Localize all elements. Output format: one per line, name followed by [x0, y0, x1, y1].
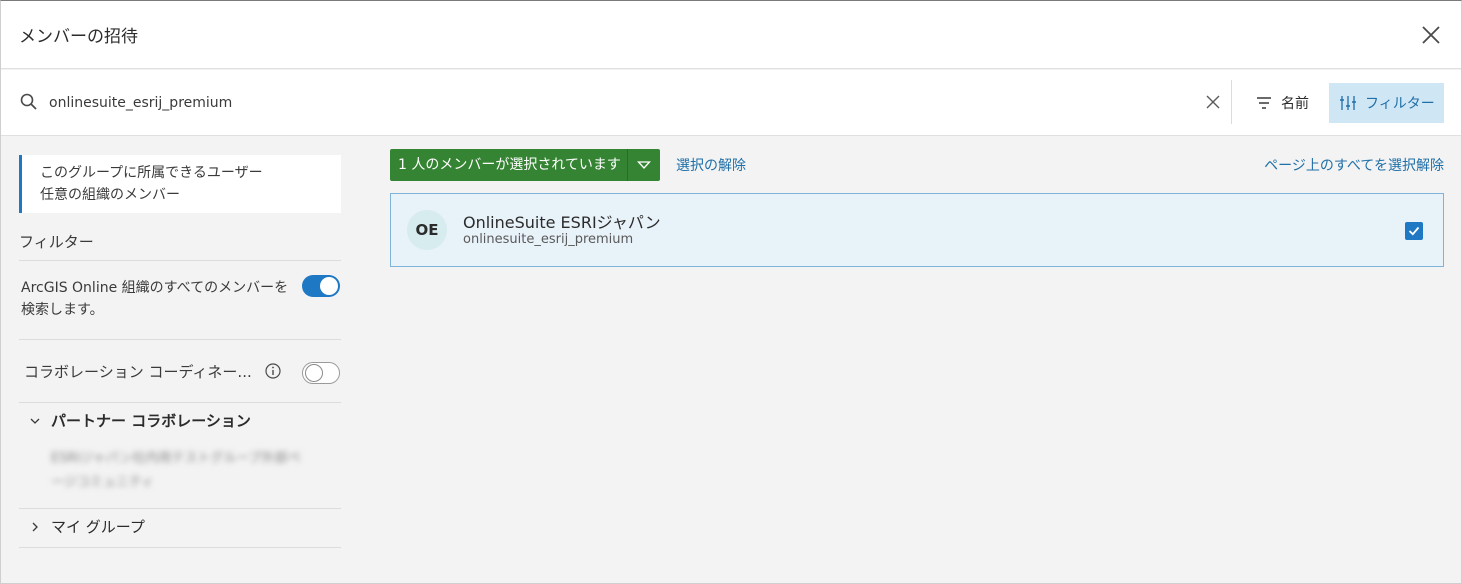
avatar: OE — [407, 210, 447, 250]
dialog-header: メンバーの招待 — [1, 1, 1461, 69]
tree-node-partner-collaboration[interactable]: パートナー コラボレーション — [29, 410, 251, 431]
notice-line-1: このグループに所属できるユーザー — [40, 165, 263, 181]
close-button[interactable] — [1417, 21, 1445, 49]
tree-node-label: パートナー コラボレーション — [51, 412, 251, 430]
selection-menu-toggle[interactable] — [628, 149, 660, 181]
blurred-line: ージコミュニティ — [51, 475, 154, 490]
divider — [19, 339, 341, 340]
member-username: onlinesuite_esrij_premium — [463, 232, 634, 247]
tree-node-my-groups[interactable]: マイ グループ — [29, 516, 145, 537]
arcgis-org-toggle[interactable] — [302, 275, 340, 297]
sort-label: 名前 — [1281, 96, 1309, 112]
clear-selection-link[interactable]: 選択の解除 — [676, 155, 746, 175]
blurred-group-name: ESRIジャパン社内用テストグループ外部ペ ージコミュニティ — [51, 447, 331, 495]
deselect-page-link[interactable]: ページ上のすべてを選択解除 — [1264, 155, 1444, 175]
blurred-line: ESRIジャパン社内用テストグループ外部ペ — [51, 451, 301, 466]
info-icon[interactable] — [264, 362, 282, 380]
invite-members-dialog: メンバーの招待 名前 フィルター このグループに所属できるユーザー 任意の組織の… — [0, 0, 1462, 584]
tree-node-label: マイ グループ — [51, 518, 145, 536]
dialog-title: メンバーの招待 — [19, 27, 138, 47]
selected-count-label: 1 人のメンバーが選択されています — [390, 149, 628, 181]
divider — [19, 547, 341, 548]
member-card[interactable]: OE OnlineSuite ESRIジャパン onlinesuite_esri… — [390, 193, 1444, 267]
divider — [19, 402, 341, 403]
chevron-down-icon — [30, 418, 40, 424]
search-icon — [20, 93, 37, 110]
arcgis-toggle-label: ArcGIS Online 組織のすべてのメンバーを検索します。 — [21, 280, 289, 318]
filters-heading: フィルター — [19, 233, 94, 251]
notice-line-2: 任意の組織のメンバー — [40, 187, 180, 203]
toolbar-divider — [1231, 80, 1232, 124]
sliders-icon — [1340, 96, 1356, 110]
member-checkbox[interactable] — [1405, 222, 1423, 240]
eligibility-notice: このグループに所属できるユーザー 任意の組織のメンバー — [19, 155, 341, 213]
filter-label: フィルター — [1365, 96, 1435, 112]
toggle-knob — [305, 364, 323, 382]
selected-members-button[interactable]: 1 人のメンバーが選択されています — [390, 149, 660, 181]
collab-toggle-label: コラボレーション コーディネー... — [24, 363, 252, 381]
close-icon — [1422, 26, 1440, 44]
sort-icon — [1257, 97, 1271, 109]
filter-button[interactable]: フィルター — [1329, 83, 1444, 123]
chevron-right-icon — [32, 522, 38, 531]
check-icon — [1408, 226, 1420, 236]
clear-search-icon[interactable] — [1203, 92, 1223, 112]
toggle-knob — [320, 277, 338, 295]
member-name: OnlineSuite ESRIジャパン — [463, 213, 661, 232]
divider — [19, 508, 341, 509]
search-bar: 名前 フィルター — [1, 70, 1461, 136]
divider — [19, 260, 341, 261]
collab-coordinator-toggle[interactable] — [302, 362, 340, 384]
sort-button[interactable]: 名前 — [1245, 83, 1325, 123]
chevron-down-icon — [637, 161, 651, 169]
search-input[interactable] — [49, 88, 1189, 118]
